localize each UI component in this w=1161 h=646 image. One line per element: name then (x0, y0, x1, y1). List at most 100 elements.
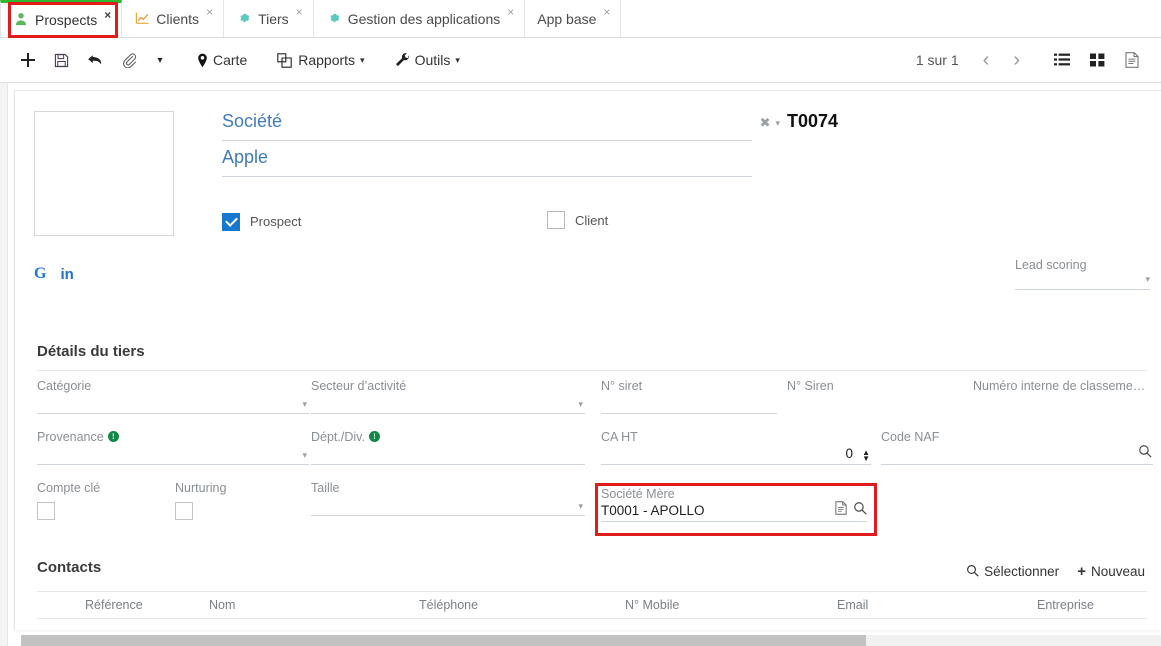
tab-close-icon[interactable]: × (296, 5, 303, 19)
field-label: Catégorie (37, 379, 92, 393)
search-icon (966, 564, 979, 580)
field-taille[interactable]: Taille ▾ (311, 481, 585, 516)
compte-cle-checkbox[interactable] (37, 502, 55, 520)
client-checkbox[interactable]: Client (547, 211, 608, 229)
field-secteur-activite[interactable]: Secteur d’activité ▾ (311, 379, 585, 414)
societe-field: Société ✖ ▾ Apple (222, 111, 780, 177)
info-icon[interactable]: ! (368, 431, 380, 442)
gear-icon (236, 11, 252, 27)
clear-icon[interactable]: ✖ (760, 115, 771, 131)
tab-label: Tiers (258, 10, 289, 27)
tab-gestion-des-applications[interactable]: Gestion des applications × (314, 0, 526, 37)
tab-close-icon[interactable]: × (206, 5, 213, 19)
field-label: Nurturing (175, 481, 227, 495)
tab-prospects[interactable]: Prospects × (0, 0, 123, 37)
societe-field-controls: ✖ ▾ (760, 115, 780, 131)
field-siren[interactable]: N° Siren (787, 379, 963, 413)
outils-button[interactable]: Outils ▾ (387, 45, 468, 75)
type-checkbox-row: Prospect Client (222, 211, 782, 231)
prospect-checkbox[interactable]: Prospect (222, 212, 301, 231)
field-compte-cle[interactable]: Compte clé (37, 481, 157, 520)
form-view-button[interactable] (1117, 45, 1147, 75)
stepper-down-icon[interactable]: ▼ (862, 455, 870, 463)
toolbar: ▾ Carte Rapports ▾ Outils ▾ 1 sur 1 ‹ › (0, 38, 1161, 83)
field-label: CA HT (601, 430, 638, 444)
wrench-icon (395, 52, 409, 66)
chevron-down-icon[interactable]: ▾ (1145, 274, 1150, 285)
section-divider (37, 370, 1147, 371)
chevron-down-icon: ▾ (360, 54, 365, 65)
company-logo-placeholder[interactable] (34, 111, 174, 236)
field-underline: ▲ ▼ (601, 449, 871, 465)
field-label: N° Siren (787, 379, 834, 393)
column-header-email[interactable]: Email (837, 598, 868, 612)
new-contact-button[interactable]: + Nouveau (1077, 563, 1145, 580)
field-societe-mere[interactable]: Société Mère T0001 - APOLLO (601, 487, 867, 522)
search-icon[interactable] (1138, 444, 1152, 463)
field-nurturing[interactable]: Nurturing (175, 481, 295, 520)
column-header-entreprise[interactable]: Entreprise (1037, 598, 1094, 612)
chevron-down-icon[interactable]: ▾ (302, 450, 307, 461)
rapports-button[interactable]: Rapports ▾ (269, 45, 372, 75)
carte-button[interactable]: Carte (189, 45, 255, 75)
checkbox-box (547, 211, 565, 229)
column-header-n-mobile[interactable]: N° Mobile (625, 598, 679, 612)
google-icon[interactable]: G (34, 265, 46, 283)
linkedin-icon[interactable]: in (60, 266, 73, 283)
contacts-actions: Sélectionner + Nouveau (966, 563, 1145, 580)
undo-button[interactable] (79, 45, 112, 75)
field-label-text: Provenance (37, 430, 104, 444)
field-value: 0 (845, 446, 853, 461)
field-numero-interne-classement[interactable]: Numéro interne de classeme… (973, 379, 1153, 413)
plus-icon: + (1077, 563, 1086, 580)
field-value (311, 444, 585, 464)
column-header-reference[interactable]: Référence (85, 598, 143, 612)
rapports-label: Rapports (298, 52, 356, 68)
info-icon[interactable]: ! (107, 431, 119, 442)
add-button[interactable] (12, 45, 44, 75)
user-icon (13, 12, 29, 28)
column-header-telephone[interactable]: Téléphone (419, 598, 478, 612)
horizontal-scrollbar-thumb[interactable] (21, 635, 866, 646)
previous-record-button[interactable]: ‹ (973, 50, 1000, 70)
field-code-naf[interactable]: Code NAF (881, 430, 1153, 465)
attachment-button[interactable] (114, 45, 145, 75)
document-icon[interactable] (835, 501, 847, 520)
field-provenance[interactable]: Provenance! ▾ (37, 430, 309, 465)
field-dept-div[interactable]: Dépt./Div.! (311, 430, 585, 465)
number-stepper[interactable]: ▲ ▼ (862, 449, 870, 463)
tab-clients[interactable]: Clients × (122, 0, 225, 37)
chevron-down-icon[interactable]: ▾ (578, 399, 583, 410)
toolbar-left-group: ▾ Carte Rapports ▾ Outils ▾ (0, 45, 468, 75)
next-record-button[interactable]: › (1003, 50, 1030, 70)
chevron-down-icon[interactable]: ▾ (302, 399, 307, 410)
lead-scoring-field[interactable]: Lead scoring ▾ (1015, 258, 1150, 290)
chevron-down-icon[interactable]: ▾ (775, 118, 780, 129)
chevron-down-icon[interactable]: ▾ (578, 501, 583, 512)
societe-label: Société (222, 111, 752, 141)
tab-close-icon[interactable]: × (507, 5, 514, 19)
more-dropdown-button[interactable]: ▾ (147, 45, 173, 75)
tab-tiers[interactable]: Tiers × (224, 0, 314, 37)
tab-close-icon[interactable]: × (603, 5, 610, 19)
field-underline (601, 413, 777, 414)
list-view-button[interactable] (1046, 45, 1078, 75)
field-value (37, 393, 309, 413)
save-button[interactable] (46, 45, 77, 75)
field-ca-ht[interactable]: CA HT 0 ▲ ▼ (601, 430, 871, 465)
reports-icon (277, 52, 292, 68)
field-label: Dépt./Div.! (311, 430, 585, 444)
horizontal-scrollbar-track[interactable] (21, 635, 1161, 646)
select-contact-button[interactable]: Sélectionner (966, 564, 1059, 580)
societe-value[interactable]: Apple (222, 147, 752, 177)
field-categorie[interactable]: Catégorie ▾ (37, 379, 309, 414)
field-siret[interactable]: N° siret (601, 379, 777, 414)
tab-close-icon[interactable]: × (104, 8, 111, 22)
grid-view-button[interactable] (1082, 45, 1113, 75)
nurturing-checkbox[interactable] (175, 502, 193, 520)
field-value (601, 393, 777, 413)
section-title-contacts: Contacts (37, 559, 102, 576)
tab-app-base[interactable]: App base × (525, 0, 622, 37)
search-icon[interactable] (853, 501, 867, 520)
column-header-nom[interactable]: Nom (209, 598, 235, 612)
